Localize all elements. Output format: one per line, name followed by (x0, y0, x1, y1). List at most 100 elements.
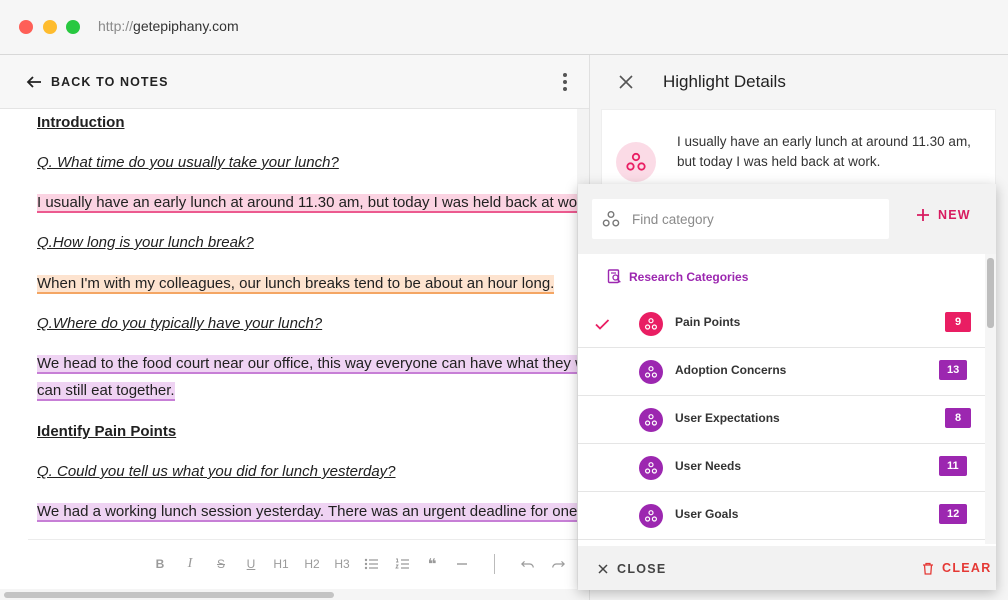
note-line: I usually have an early lunch at around … (37, 189, 577, 216)
category-item-user-goals[interactable]: User Goals 12 (578, 492, 985, 540)
url-protocol: http:// (98, 18, 134, 34)
category-list-scrollbar[interactable] (985, 254, 996, 544)
new-category-label: NEW (938, 208, 971, 222)
arrow-left-icon (26, 76, 41, 88)
close-icon (598, 564, 608, 574)
heading-2-button[interactable]: H2 (304, 554, 320, 574)
heading-3-button[interactable]: H3 (334, 554, 350, 574)
question-text: Q.Where do you typically have your lunch… (37, 315, 323, 332)
clear-selection-label: CLEAR (942, 561, 992, 575)
note-line: Q. What time do you usually take your lu… (37, 149, 339, 176)
category-name: User Goals (675, 507, 739, 521)
section-heading: Identify Pain Points (37, 423, 177, 440)
highlighted-answer[interactable]: I usually have an early lunch at around … (37, 194, 577, 213)
plus-icon (917, 209, 929, 221)
category-count-badge: 13 (939, 360, 968, 380)
question-text: Q.How long is your lunch break? (37, 234, 254, 251)
highlight-text: I usually have an early lunch at around … (677, 134, 971, 169)
category-search-icon (602, 211, 620, 227)
details-header: Highlight Details (590, 55, 1008, 109)
horizontal-rule-icon (457, 563, 467, 565)
scrollbar-thumb[interactable] (987, 258, 994, 328)
format-toolbar: B I S U H1 H2 H3 ❝ (28, 539, 588, 587)
strikethrough-button[interactable]: S (214, 554, 228, 574)
numbered-list-button[interactable] (394, 554, 410, 574)
back-to-notes-button[interactable]: BACK TO NOTES (26, 72, 169, 92)
italic-button[interactable]: I (184, 554, 196, 574)
scrollbar-thumb[interactable] (4, 592, 334, 598)
category-picker: NEW Research Categories Pain Points 9 Ad… (578, 184, 996, 590)
category-search-doc-icon (607, 269, 621, 284)
quote-button[interactable]: ❝ (424, 554, 440, 574)
category-avatar (616, 142, 656, 182)
window-minimize-dot[interactable] (43, 20, 57, 34)
category-icon (639, 360, 663, 384)
bold-button[interactable]: B (154, 554, 166, 574)
undo-icon (521, 560, 534, 568)
numbered-list-icon (395, 558, 409, 569)
close-details-button[interactable] (616, 72, 636, 92)
window-maximize-dot[interactable] (66, 20, 80, 34)
category-icon (639, 504, 663, 528)
more-options-icon[interactable] (556, 72, 574, 92)
category-count-badge: 12 (939, 504, 968, 524)
back-to-notes-label: BACK TO NOTES (51, 75, 169, 89)
category-item-adoption-concerns[interactable]: Adoption Concerns 13 (578, 348, 985, 396)
category-item-user-expectations[interactable]: User Expectations 8 (578, 396, 985, 444)
close-picker-label: CLOSE (617, 562, 667, 576)
note-content[interactable]: Introduction Q. What time do you usually… (37, 109, 577, 539)
redo-icon (552, 560, 565, 568)
category-item-user-needs[interactable]: User Needs 11 (578, 444, 985, 492)
redo-button[interactable] (549, 554, 567, 574)
divider-button[interactable] (454, 554, 470, 574)
note-line: Q.Where do you typically have your lunch… (37, 310, 322, 337)
category-name: Adoption Concerns (675, 363, 787, 377)
category-cluster-icon (644, 462, 657, 474)
checkmark-icon (595, 319, 610, 330)
category-name: User Expectations (675, 411, 780, 425)
bullet-list-button[interactable] (363, 554, 379, 574)
note-line: Introduction (37, 109, 124, 136)
category-cluster-icon (644, 510, 657, 522)
note-line: Q.How long is your lunch break? (37, 229, 254, 256)
note-line: Q. Could you tell us what you did for lu… (37, 458, 396, 485)
new-category-button[interactable]: NEW (916, 208, 971, 222)
heading-1-button[interactable]: H1 (273, 554, 289, 574)
close-picker-button[interactable]: CLOSE (598, 562, 667, 576)
section-heading: Introduction (37, 114, 125, 131)
category-cluster-icon (644, 318, 657, 330)
category-count-badge: 8 (945, 408, 971, 428)
highlighted-answer[interactable]: We head to the food court near our offic… (37, 355, 577, 374)
category-search-bar: NEW (578, 184, 996, 254)
undo-button[interactable] (519, 554, 537, 574)
notes-horizontal-scrollbar[interactable] (0, 589, 589, 600)
research-categories-label: Research Categories (629, 269, 749, 284)
find-category-input[interactable] (632, 209, 882, 229)
question-text: Q. What time do you usually take your lu… (37, 154, 339, 171)
category-cluster-icon (644, 414, 657, 426)
category-icon (639, 312, 663, 336)
clear-selection-button[interactable]: CLEAR (922, 561, 992, 575)
highlighted-answer[interactable]: When I'm with my colleagues, our lunch b… (37, 275, 555, 294)
category-icon (639, 408, 663, 432)
url-host: getepiphany.com (133, 18, 239, 34)
category-picker-footer: CLOSE CLEAR (578, 546, 996, 590)
underline-button[interactable]: U (244, 554, 258, 574)
note-line: can still eat together. (37, 377, 175, 404)
bullet-list-icon (364, 558, 378, 570)
trash-icon (923, 562, 933, 575)
research-categories-heading: Research Categories (607, 269, 748, 284)
note-line: When I'm with my colleagues, our lunch b… (37, 270, 555, 297)
category-item-pain-points[interactable]: Pain Points 9 (578, 300, 985, 348)
highlighted-answer[interactable]: can still eat together. (37, 382, 175, 401)
close-icon (619, 75, 633, 89)
note-line: Identify Pain Points (37, 418, 176, 445)
window-close-dot[interactable] (19, 20, 33, 34)
highlighted-answer[interactable]: We had a working lunch session yesterday… (37, 503, 577, 522)
note-line: We head to the food court near our offic… (37, 350, 577, 377)
category-search-box[interactable] (592, 199, 889, 239)
address-bar[interactable]: http://getepiphany.com (98, 18, 239, 34)
category-cluster-icon (626, 152, 646, 171)
question-text: Q. Could you tell us what you did for lu… (37, 463, 396, 480)
category-count-badge: 11 (939, 456, 967, 476)
